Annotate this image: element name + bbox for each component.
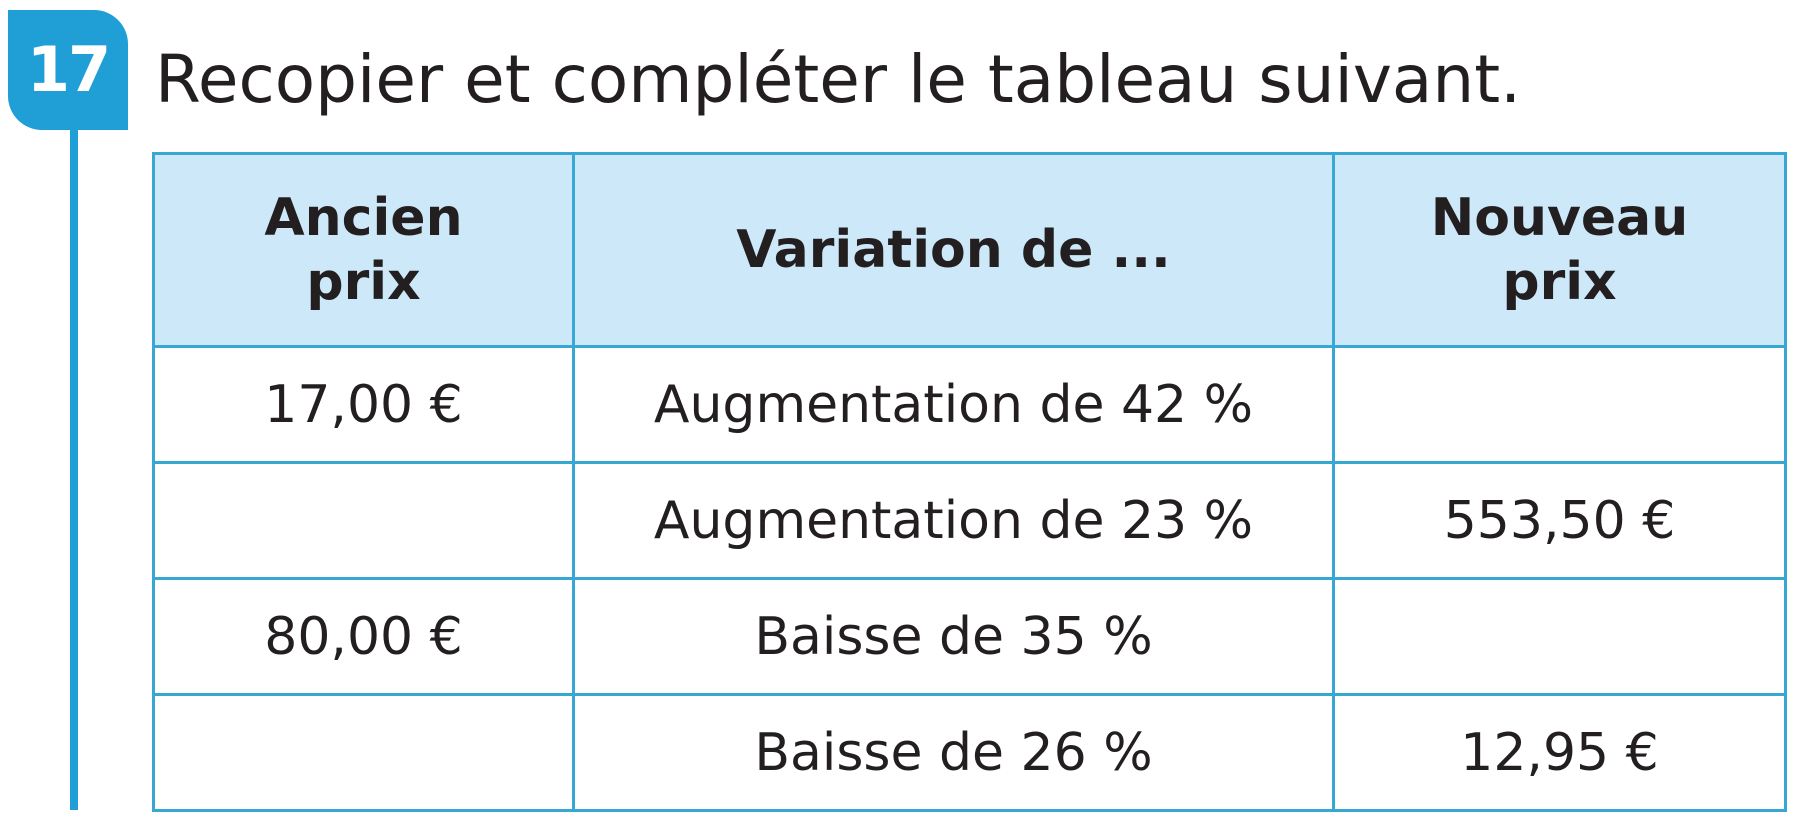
header-old-price-line-2: prix: [306, 252, 421, 312]
table-row: 80,00 € Baisse de 35 %: [152, 577, 1787, 696]
header-variation: Variation de ...: [572, 152, 1335, 348]
variation-cell: Augmentation de 23 %: [572, 461, 1335, 580]
header-old-price-line-1: Ancien: [264, 188, 463, 248]
variation-cell: Baisse de 35 %: [572, 577, 1335, 696]
new-price-cell: [1332, 345, 1787, 464]
table-row: Augmentation de 23 % 553,50 €: [152, 461, 1787, 580]
new-price-cell: [1332, 577, 1787, 696]
header-old-price: Ancien prix: [152, 152, 575, 348]
exercise-number: 17: [26, 33, 111, 106]
table-row: Baisse de 26 % 12,95 €: [152, 693, 1787, 812]
table-header-row: Ancien prix Variation de ... Nouveau pri…: [152, 152, 1787, 348]
header-new-price-line-1: Nouveau: [1430, 188, 1689, 248]
header-new-price-line-2: prix: [1502, 252, 1617, 312]
price-variation-table: Ancien prix Variation de ... Nouveau pri…: [152, 152, 1787, 812]
variation-cell: Baisse de 26 %: [572, 693, 1335, 812]
new-price-cell: 553,50 €: [1332, 461, 1787, 580]
table-row: 17,00 € Augmentation de 42 %: [152, 345, 1787, 464]
new-price-cell: 12,95 €: [1332, 693, 1787, 812]
variation-cell: Augmentation de 42 %: [572, 345, 1335, 464]
old-price-cell: [152, 693, 575, 812]
old-price-cell: 17,00 €: [152, 345, 575, 464]
header-new-price: Nouveau prix: [1332, 152, 1787, 348]
exercise-number-badge: 17: [8, 10, 128, 130]
old-price-cell: [152, 461, 575, 580]
exercise-instruction: Recopier et compléter le tableau suivant…: [155, 41, 1522, 118]
exercise-margin-line: [70, 120, 78, 810]
old-price-cell: 80,00 €: [152, 577, 575, 696]
